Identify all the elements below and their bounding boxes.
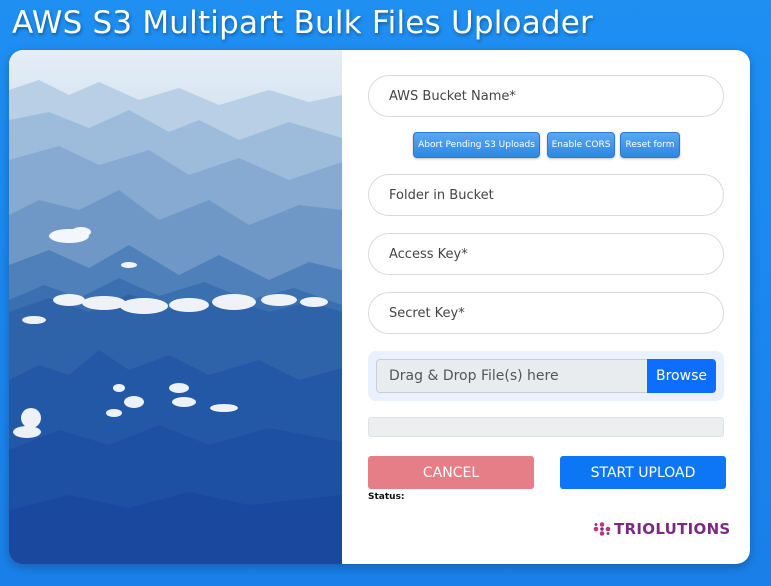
abort-pending-uploads-button[interactable]: Abort Pending S3 Uploads bbox=[413, 132, 540, 158]
enable-cors-button[interactable]: Enable CORS bbox=[547, 132, 615, 158]
dropzone-label[interactable]: Drag & Drop File(s) here bbox=[376, 359, 647, 393]
cancel-button[interactable]: CANCEL bbox=[368, 456, 534, 489]
upload-form: Abort Pending S3 Uploads Enable CORS Res… bbox=[342, 50, 750, 564]
reset-form-button[interactable]: Reset form bbox=[620, 132, 680, 158]
page-title: AWS S3 Multipart Bulk Files Uploader bbox=[12, 5, 594, 41]
file-dropzone[interactable]: Drag & Drop File(s) here Browse bbox=[368, 351, 724, 401]
brand-logo: TRIOLUTIONS bbox=[592, 518, 731, 540]
bucket-name-input[interactable] bbox=[368, 75, 724, 117]
mountain-scenery-image bbox=[9, 50, 342, 564]
start-upload-button[interactable]: START UPLOAD bbox=[560, 456, 726, 489]
access-key-input[interactable] bbox=[368, 233, 724, 275]
triolutions-logo-icon bbox=[593, 522, 611, 536]
secret-key-input[interactable] bbox=[368, 292, 724, 334]
uploader-card: Abort Pending S3 Uploads Enable CORS Res… bbox=[9, 50, 750, 564]
browse-button[interactable]: Browse bbox=[647, 359, 716, 393]
folder-input[interactable] bbox=[368, 174, 724, 216]
upload-progress-bar bbox=[368, 417, 724, 437]
brand-name: TRIOLUTIONS bbox=[614, 520, 731, 538]
status-label: Status: bbox=[368, 492, 405, 502]
